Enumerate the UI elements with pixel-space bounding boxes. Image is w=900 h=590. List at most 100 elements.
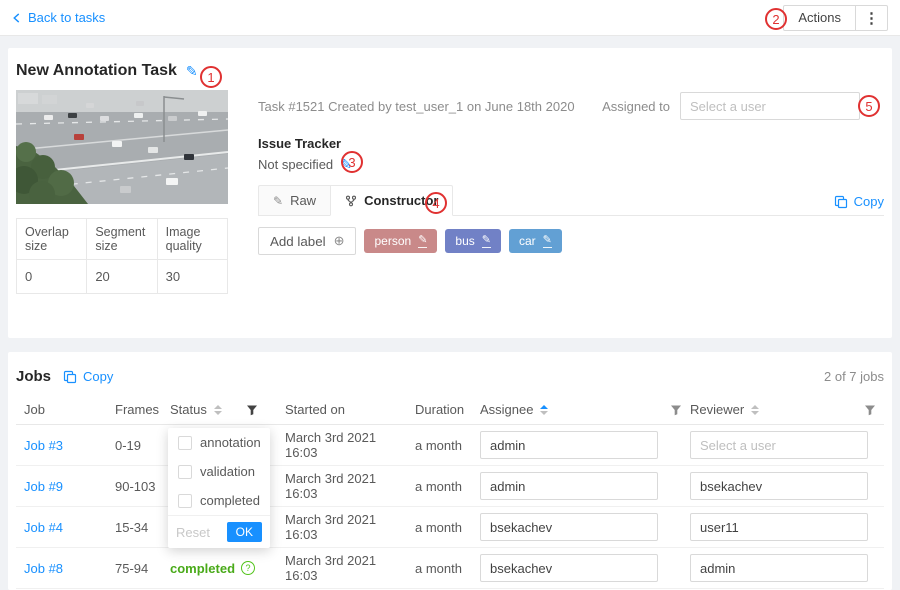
assigned-to-label: Assigned to [602,99,670,114]
assigned-to-select[interactable] [680,92,860,120]
copy-jobs-label: Copy [83,369,113,384]
task-meta-text: Task #1521 Created by test_user_1 on Jun… [258,99,575,114]
actions-button[interactable]: Actions [783,5,856,31]
param-header-overlap: Overlap size [17,219,87,260]
reviewer-filter-icon[interactable] [864,404,876,416]
more-vertical-icon: ⋮ [864,9,879,27]
labels-tabs-bar: ✎ Raw Constructor Copy [258,185,884,216]
filter-ok-button[interactable]: OK [227,522,262,542]
frames-cell: 75-94 [115,548,170,589]
frames-cell: 0-19 [115,425,170,466]
edit-label-icon: ✎ [482,234,491,247]
status-completed-label: completed [170,561,235,576]
add-label-button[interactable]: Add label ⊕ [258,227,356,255]
assignee-filter-icon[interactable] [670,404,682,416]
assignee-header-label: Assignee [480,402,533,417]
table-row-cell: Job #8 [16,548,115,589]
param-value-overlap: 0 [17,260,87,294]
duration-cell: a month [415,466,480,507]
tab-raw[interactable]: ✎ Raw [258,185,330,216]
issue-tracker-heading: Issue Tracker [258,136,884,151]
assignee-cell [480,507,690,548]
duration-cell: a month [415,548,480,589]
back-to-tasks-link[interactable]: Back to tasks [12,10,105,25]
more-menu-button[interactable]: ⋮ [856,5,888,31]
started-cell: March 3rd 2021 16:03 [285,507,415,548]
copy-labels-link[interactable]: Copy [834,194,884,209]
column-header-started: Started on [285,395,415,425]
edit-issue-tracker-icon[interactable]: ✎ [340,156,352,173]
duration-cell: a month [415,507,480,548]
jobs-title: Jobs [16,368,51,385]
assignee-cell [480,548,690,589]
jobs-card: Jobs Copy 2 of 7 jobs Job Frames Status … [8,352,892,590]
assignee-cell [480,466,690,507]
frames-cell: 90-103 [115,466,170,507]
checkbox-icon[interactable] [178,465,192,479]
column-header-duration: Duration [415,395,480,425]
param-header-quality: Image quality [157,219,227,260]
job-link[interactable]: Job #9 [24,479,63,494]
filter-option-validation[interactable]: validation [168,457,270,486]
column-header-assignee[interactable]: Assignee [480,395,690,425]
job-link[interactable]: Job #4 [24,520,63,535]
label-chip-bus[interactable]: bus ✎ [445,229,501,253]
tab-constructor-label: Constructor [364,193,438,208]
back-to-tasks-label: Back to tasks [28,10,105,25]
reviewer-select[interactable] [690,554,868,582]
filter-option-annotation[interactable]: annotation [168,428,270,457]
assignee-sort-carets[interactable] [540,405,548,415]
status-filter-icon[interactable] [246,404,258,416]
assignee-select[interactable] [480,513,658,541]
label-chip-person-name: person [374,234,411,248]
table-row-cell: Job #9 [16,466,115,507]
copy-jobs-link[interactable]: Copy [63,369,113,384]
question-circle-icon[interactable]: ? [241,561,255,575]
label-chip-car[interactable]: car ✎ [509,229,562,253]
param-value-segment: 20 [87,260,157,294]
edit-task-name-icon[interactable]: ✎ [186,63,198,80]
param-value-quality: 30 [157,260,227,294]
edit-label-icon: ✎ [418,234,427,247]
task-card: New Annotation Task ✎ [8,48,892,338]
frames-cell: 15-34 [115,507,170,548]
column-header-job: Job [16,395,115,425]
status-cell: completed ? [170,548,285,589]
tab-constructor[interactable]: Constructor [330,185,453,216]
assignee-select[interactable] [480,431,658,459]
task-preview-image [16,90,228,204]
column-header-frames: Frames [115,395,170,425]
copy-icon [834,195,848,209]
status-header-label: Status [170,402,207,417]
table-row-cell: Job #3 [16,425,115,466]
actions-button-group: Actions ⋮ [783,5,888,31]
job-link[interactable]: Job #3 [24,438,63,453]
filter-reset-button[interactable]: Reset [176,525,210,540]
issue-tracker-value: Not specified [258,157,333,172]
assignee-select[interactable] [480,554,658,582]
reviewer-sort-carets[interactable] [751,405,759,415]
filter-option-completed[interactable]: completed [168,486,270,515]
started-cell: March 3rd 2021 16:03 [285,548,415,589]
table-row-cell: Job #4 [16,507,115,548]
status-filter-dropdown: annotation validation completed Reset OK [168,428,270,548]
assignee-cell [480,425,690,466]
column-header-reviewer[interactable]: Reviewer [690,395,884,425]
reviewer-select[interactable] [690,513,868,541]
jobs-table: Job Frames Status Started on Duration As… [16,395,884,589]
job-link[interactable]: Job #8 [24,561,63,576]
label-chip-person[interactable]: person ✎ [364,229,437,253]
assignee-select[interactable] [480,472,658,500]
column-header-status[interactable]: Status [170,395,285,425]
fork-icon [345,195,357,207]
reviewer-select[interactable] [690,431,868,459]
task-params-table: Overlap size Segment size Image quality … [16,218,228,294]
filter-option-label: annotation [200,435,261,450]
started-cell: March 3rd 2021 16:03 [285,466,415,507]
reviewer-header-label: Reviewer [690,402,744,417]
status-sort-carets[interactable] [214,405,222,415]
reviewer-cell [690,425,884,466]
checkbox-icon[interactable] [178,494,192,508]
reviewer-select[interactable] [690,472,868,500]
checkbox-icon[interactable] [178,436,192,450]
